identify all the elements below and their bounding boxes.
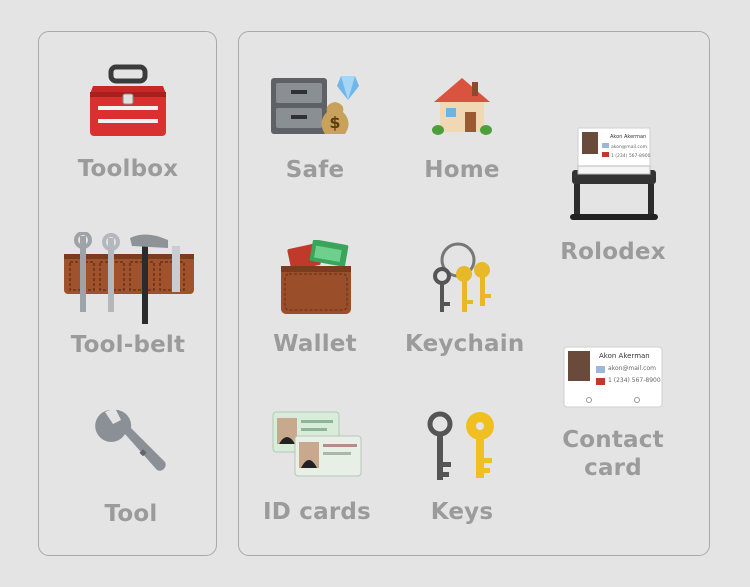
- item-label: Toolbox: [77, 156, 179, 182]
- card-name: Akon Akerman: [599, 352, 650, 360]
- safe-item: $ Safe: [258, 72, 372, 187]
- wallet-icon: [281, 240, 351, 314]
- svg-text:Akon Akerman: Akon Akerman: [610, 134, 646, 140]
- item-label: Contact card: [562, 427, 664, 481]
- tool-belt-item: Tool-belt: [55, 232, 201, 362]
- wrench-icon: [95, 408, 166, 471]
- svg-text:1 (234) 567-8900: 1 (234) 567-8900: [611, 153, 651, 159]
- tool-item: Tool: [70, 404, 192, 529]
- item-label: Keys: [430, 499, 494, 525]
- id-cards-icon: [272, 411, 362, 477]
- card-phone: 1 (234) 567-8900: [608, 377, 661, 384]
- toolbox-item: Toolbox: [60, 62, 196, 187]
- item-label: Safe: [285, 157, 345, 183]
- id-cards-item: ID cards: [258, 410, 376, 530]
- wallet-item: Wallet: [258, 240, 372, 360]
- item-label: Tool: [104, 501, 158, 527]
- keychain-icon: [433, 242, 491, 312]
- item-label: Home: [424, 157, 500, 183]
- keychain-item: Keychain: [405, 240, 525, 360]
- safe-icon: $: [271, 76, 359, 134]
- rolodex-item: Akon Akerman akon@mail.com 1 (234) 567-8…: [556, 126, 670, 266]
- toolbox-icon: [90, 64, 166, 136]
- card-email: akon@mail.com: [608, 365, 656, 372]
- item-label: ID cards: [263, 499, 371, 525]
- svg-text:akon@mail.com: akon@mail.com: [611, 144, 647, 150]
- item-label: Keychain: [405, 331, 525, 357]
- email-icon: [596, 366, 605, 373]
- svg-text:$: $: [329, 113, 340, 132]
- contact-card-item: Akon Akerman akon@mail.com 1 (234) 567-8…: [556, 346, 670, 486]
- keys-icon: [427, 411, 494, 480]
- item-label: Wallet: [273, 331, 357, 357]
- home-icon: [432, 78, 492, 135]
- item-label: Tool-belt: [70, 332, 186, 358]
- tool-belt-icon: [64, 232, 194, 324]
- phone-icon: [596, 378, 605, 385]
- item-label: Rolodex: [560, 239, 666, 265]
- rolodex-icon: Akon Akerman akon@mail.com 1 (234) 567-8…: [570, 127, 658, 220]
- home-item: Home: [407, 72, 517, 187]
- keys-item: Keys: [407, 410, 517, 530]
